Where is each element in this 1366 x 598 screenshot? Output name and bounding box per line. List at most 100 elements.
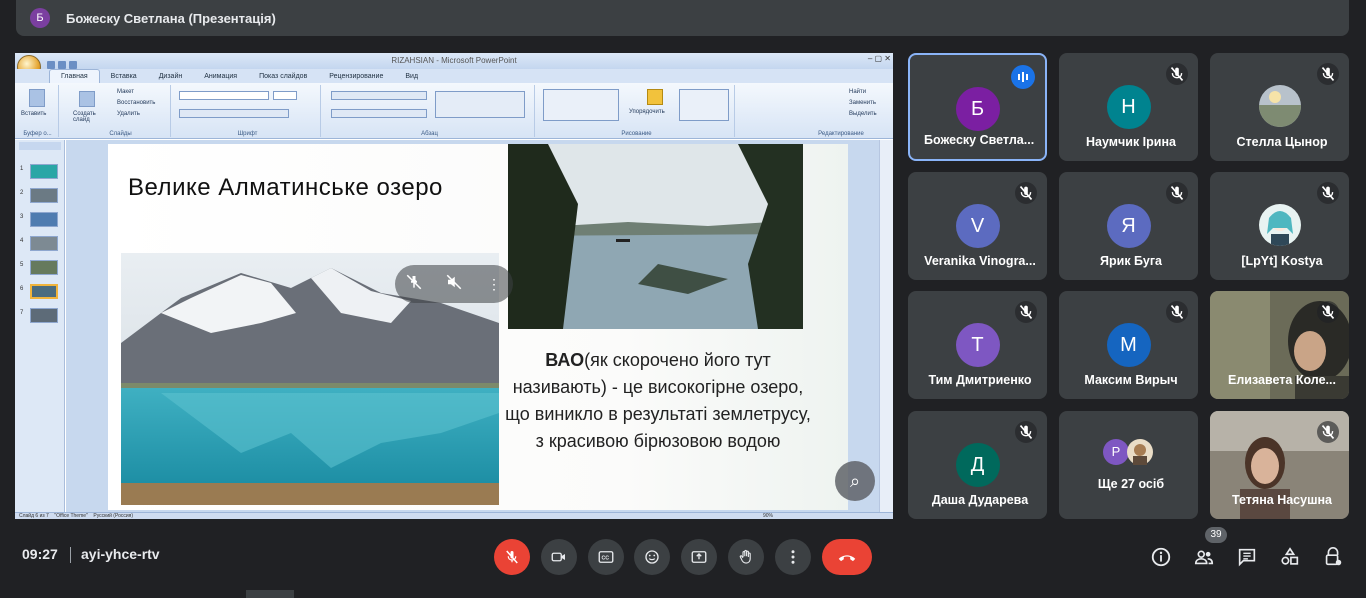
participant-name: Даша Дударева	[931, 493, 1029, 507]
ppt-tab: Рецензирование	[329, 73, 384, 80]
slide-title: Велике Алматинське озеро	[128, 174, 443, 201]
more-participants-label: Ще 27 осіб	[1097, 477, 1165, 491]
leave-call-button[interactable]	[822, 539, 872, 575]
shared-screen[interactable]: RIZAHSIAN - Microsoft PowerPoint – ▢ ✕ Г…	[15, 53, 893, 519]
presentation-hover-controls: ⋮	[395, 265, 513, 303]
slide-thumbnail-selected	[30, 284, 58, 299]
emoji-icon	[645, 550, 659, 564]
arrange-label: Упорядочить	[629, 109, 665, 115]
slide-thumbnail	[30, 212, 58, 227]
reset-label: Восстановить	[117, 100, 156, 106]
people-icon	[1194, 550, 1214, 565]
slide-thumbnail	[30, 260, 58, 275]
more-participants-tile[interactable]: Р Ще 27 осіб	[1059, 411, 1198, 519]
profile-photo	[1127, 439, 1153, 465]
participant-tile[interactable]: Б Божеску Светла...	[908, 53, 1047, 161]
ppt-window-title: RIZAHSIAN - Microsoft PowerPoint	[15, 53, 893, 69]
group-label: Шрифт	[237, 131, 258, 137]
slide-editing-area: Велике Алматинське озеро ВАО(як скорочен…	[66, 140, 879, 512]
mic-off-icon	[1317, 301, 1339, 323]
slide-thumbnail	[30, 236, 58, 251]
speaking-indicator-icon	[1011, 65, 1035, 89]
lock-person-icon	[1325, 547, 1342, 566]
reactions-button[interactable]	[634, 539, 670, 575]
participant-name: Тим Дмитриенко	[928, 373, 1032, 387]
participant-tile[interactable]: Стелла Цынор	[1210, 53, 1349, 161]
mic-off-icon	[1015, 301, 1037, 323]
captions-button[interactable]: CC	[588, 539, 624, 575]
group-label: Рисование	[621, 131, 652, 137]
chat-button[interactable]	[1234, 544, 1260, 570]
align-buttons	[331, 109, 427, 118]
mic-toggle-button[interactable]	[494, 539, 530, 575]
window-controls: – ▢ ✕	[867, 54, 891, 63]
group-label: Буфер о...	[23, 131, 52, 137]
ppt-tab: Дизайн	[158, 73, 183, 80]
paste-icon	[29, 89, 45, 107]
participant-name: [LpYt] Kostya	[1241, 254, 1323, 268]
participant-tile[interactable]: [LpYt] Kostya	[1210, 172, 1349, 280]
font-format-buttons	[179, 109, 289, 118]
group-label: Редактирование	[818, 131, 864, 137]
shape-styles	[679, 89, 729, 121]
presenter-title: Божеску Светлана (Презентація)	[66, 10, 276, 26]
participant-tile[interactable]: Я Ярик Буга	[1059, 172, 1198, 280]
participant-tile[interactable]: М Максим Вирыч	[1059, 291, 1198, 399]
mic-off-icon	[1015, 182, 1037, 204]
more-options-button[interactable]	[775, 539, 811, 575]
present-button[interactable]	[681, 539, 717, 575]
slide-number: 7	[20, 310, 24, 316]
slide-number: 3	[20, 214, 24, 220]
avatar: Н	[1106, 85, 1151, 129]
pin-off-icon[interactable]	[403, 273, 425, 295]
slide: Велике Алматинське озеро ВАО(як скорочен…	[108, 144, 848, 510]
participant-name: Наумчик Ірина	[1086, 135, 1176, 149]
ppt-tab: Вид	[405, 73, 419, 80]
slide-thumbnail	[30, 308, 58, 323]
slide-number: 4	[20, 238, 24, 244]
slide-number: 5	[20, 262, 24, 268]
slide-number: 6	[20, 286, 24, 292]
ppt-tab: Вставка	[110, 73, 137, 80]
presenter-avatar: Б	[30, 8, 50, 28]
chat-icon	[1238, 548, 1256, 567]
participant-tile[interactable]: Н Наумчик Ірина	[1059, 53, 1198, 161]
avatar: М	[1106, 323, 1151, 367]
ribbon-group-paragraph: Абзац	[325, 85, 535, 137]
ribbon-group-font: Шрифт	[175, 85, 321, 137]
slide-scrollbar[interactable]	[879, 140, 893, 512]
more-options-icon[interactable]: ⋮	[483, 273, 505, 295]
more-vert-icon	[791, 550, 795, 564]
mic-off-icon	[1015, 421, 1037, 443]
hand-icon	[739, 549, 751, 564]
participant-tile[interactable]: V Veranika Vinogra...	[908, 172, 1047, 280]
divider	[70, 547, 71, 563]
layout-label: Макет	[117, 89, 134, 95]
captions-icon: CC	[598, 551, 614, 563]
ppt-ribbon-tabs: Главная Вставка Дизайн Анимация Показ сл…	[15, 69, 893, 83]
participant-name: Ярик Буга	[1100, 254, 1162, 268]
ppt-tab: Главная	[49, 69, 100, 83]
ppt-tab: Анимация	[204, 73, 238, 80]
status-slide: Слайд 6 из 7	[19, 513, 49, 519]
slide-thumbnails-panel: 1 2 3 4 5 6 7	[15, 140, 65, 512]
raise-hand-button[interactable]	[728, 539, 764, 575]
ppt-ribbon: Вставить Буфер о... Создать слайд Макет …	[15, 83, 893, 139]
activities-button[interactable]	[1277, 544, 1303, 570]
host-controls-button[interactable]	[1320, 544, 1346, 570]
participant-tile[interactable]: Тетяна Насушна	[1210, 411, 1349, 519]
participant-tile[interactable]: Т Тим Дмитриенко	[908, 291, 1047, 399]
people-button[interactable]	[1191, 544, 1217, 570]
new-slide-label: Создать слайд	[73, 111, 96, 123]
volume-off-icon[interactable]	[443, 273, 465, 295]
zoom-in-icon[interactable]: ⌕	[835, 461, 875, 501]
ppt-status-bar: Слайд 6 из 7 "Office Theme" Русский (Рос…	[15, 512, 893, 519]
font-size-box	[273, 91, 297, 100]
ribbon-group-slides: Создать слайд Макет Восстановить Удалить…	[71, 85, 171, 137]
camera-toggle-button[interactable]	[541, 539, 577, 575]
info-icon	[1151, 547, 1171, 567]
participant-tile[interactable]: Елизавета Коле...	[1210, 291, 1349, 399]
mic-off-icon	[1166, 182, 1188, 204]
meeting-details-button[interactable]	[1148, 544, 1174, 570]
participant-tile[interactable]: Д Даша Дударева	[908, 411, 1047, 519]
